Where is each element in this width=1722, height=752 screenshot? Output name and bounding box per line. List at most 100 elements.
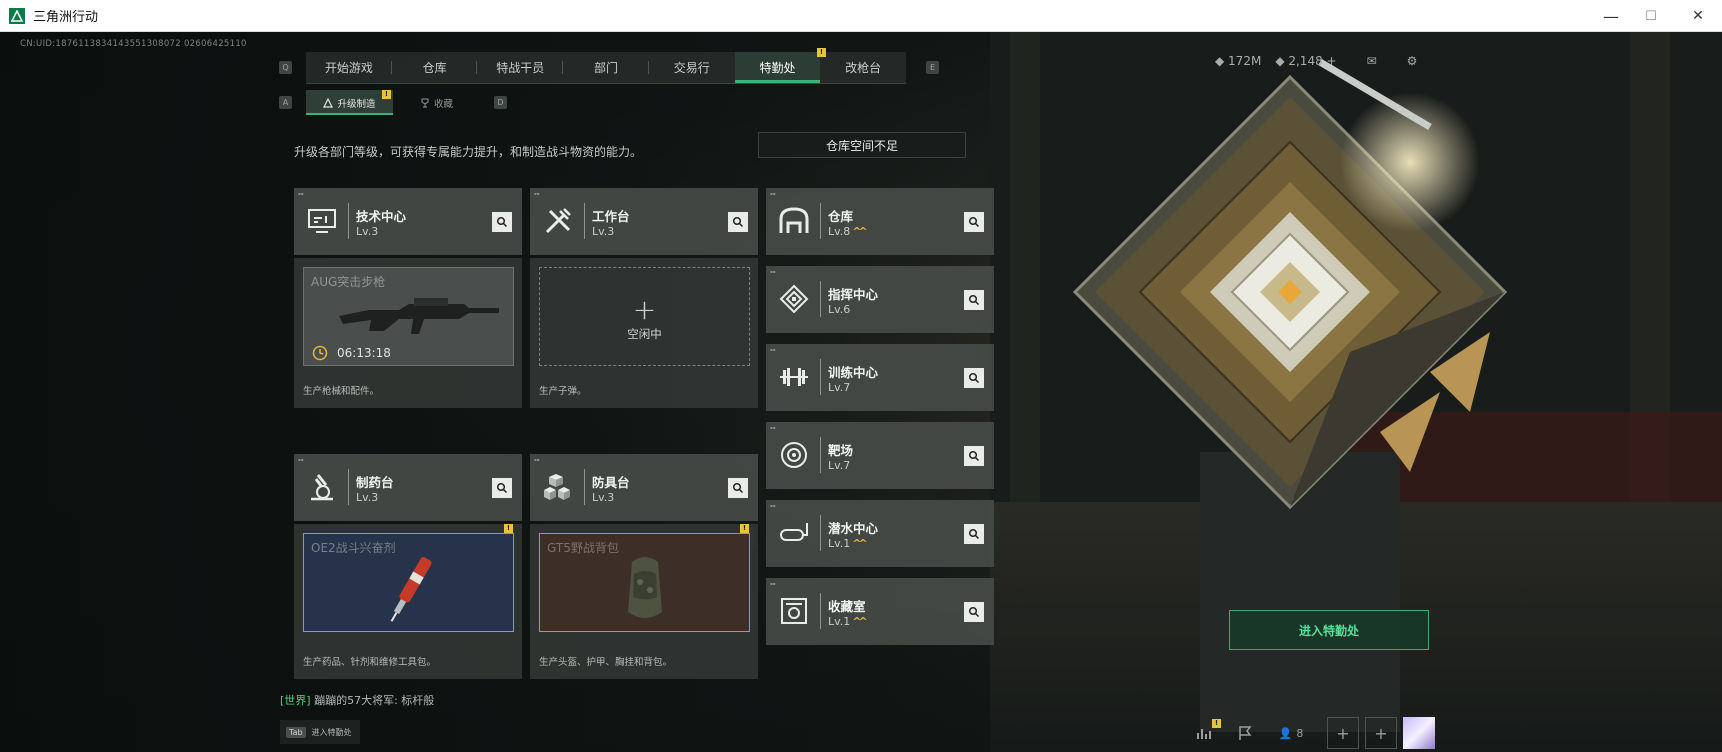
facility-armor-bench[interactable]: ▪▪ 防具台 Lv.3 [530,454,758,521]
rifle-image [339,298,499,334]
subtab-upgrade-craft-label: 升级制造 [337,98,376,110]
search-icon[interactable] [728,478,748,498]
backpack-image [628,557,662,618]
currency-1: ◆ 172M [1215,54,1262,68]
subtab-collection[interactable]: 收藏 [393,90,480,115]
settings-icon[interactable]: ⚙ [1407,54,1418,68]
add-currency-button[interactable]: + [1327,54,1337,68]
close-button[interactable]: ✕ [1675,0,1721,32]
search-icon[interactable] [492,478,512,498]
production-slot-empty[interactable]: + 空闲中 [539,267,750,366]
search-icon[interactable] [964,290,984,310]
card-divider [820,359,821,395]
facility-level: Lv.3 [356,491,379,504]
vault-icon [781,598,807,624]
maximize-button[interactable]: ☐ [1628,0,1674,32]
facility-warehouse[interactable]: ▪▪ 仓库 Lv.8 ^^ [766,188,994,255]
search-icon[interactable] [964,446,984,466]
item-name: GT5野战背包 [547,541,619,555]
search-icon[interactable] [964,368,984,388]
warehouse-full-warning: 仓库空间不足 [758,132,966,158]
player-uid: CN:UID:1876113834143551308072 0260642511… [20,39,247,49]
card-corner-mark: ▪▪ [298,457,304,462]
armor-production: GT5野战背包 ! 生产头盔、护甲、胸挂和背包。 [530,524,758,679]
pharmacy-production: OE2战斗兴奋剂 ! 生产药品、针剂和维修工具包。 [294,524,522,679]
subtab-upgrade-craft[interactable]: 升级制造 [306,90,393,115]
production-timer: 06:13:18 [337,346,391,360]
main-tabs: 开始游戏 仓库 特战干员 部门 交易行 特勤处 改枪台 [306,52,906,84]
level-text: Lv.8 [828,225,851,238]
tab-special-ops[interactable]: 特勤处 [734,52,821,83]
facility-training-center[interactable]: ▪▪ 训练中心 Lv.7 [766,344,994,411]
level-text: Lv.1 [828,537,851,550]
window-titlebar: 三角洲行动 — ☐ ✕ [0,0,1722,32]
facility-level: Lv.3 [356,225,379,238]
facility-level: Lv.3 [592,225,615,238]
timer-icon [312,345,328,361]
add-production-icon: + [632,293,657,326]
facility-name: 训练中心 [828,365,879,380]
currency-2-value: 2,148 [1288,54,1323,68]
trophy-icon [421,98,429,107]
facility-tech-center[interactable]: ▪▪ 技术中心 Lv.3 [294,188,522,255]
upgrade-available-icon: ^^ [852,615,868,628]
stats-alert-badge: ! [1212,718,1221,728]
world-chat-line[interactable]: [世界] 蹦蹦的57大将军: 标杆般 [280,692,434,708]
flag-icon[interactable] [1229,717,1261,749]
facility-level: Lv.7 [828,381,851,394]
card-divider [820,515,821,551]
friends-button[interactable]: 👤 8 [1261,717,1321,749]
chat-channel: [世界] [280,694,311,707]
craft-icon [323,97,334,108]
facility-name: 仓库 [828,209,854,224]
facility-shooting-range[interactable]: ▪▪ 靶场 Lv.7 [766,422,994,489]
production-slot-backpack[interactable]: GT5野战背包 [539,533,750,632]
app-logo-icon [9,7,25,24]
facility-level: Lv.7 [828,459,851,472]
upgrade-alert-badge: ! [382,90,391,99]
cubes-icon [544,474,570,500]
sub-tabs: 升级制造 收藏 [306,90,480,115]
command-emblem-icon [779,284,809,314]
tab-operators[interactable]: 特战干员 [477,52,563,83]
search-icon[interactable] [964,524,984,544]
tab-warehouse[interactable]: 仓库 [392,52,478,83]
workbench-production: + 空闲中 生产子弹。 [530,258,758,408]
tab-department[interactable]: 部门 [563,52,649,83]
card-corner-mark: ▪▪ [534,457,540,462]
facility-command-center[interactable]: ▪▪ 指挥中心 Lv.6 [766,266,994,333]
production-slot-stimulant[interactable]: OE2战斗兴奋剂 [303,533,514,632]
production-description: 生产枪械和配件。 [303,386,380,397]
invite-slot-1-button[interactable]: + [1327,717,1359,749]
facility-diving-center[interactable]: ▪▪ 潜水中心 Lv.1 ^^ [766,500,994,567]
search-icon[interactable] [492,212,512,232]
upgrade-available-icon: ^^ [852,225,868,238]
facility-level: Lv.8 ^^ [828,225,868,238]
level-text: Lv.1 [828,615,851,628]
facility-collection-room[interactable]: ▪▪ 收藏室 Lv.1 ^^ [766,578,994,645]
idle-status: 空闲中 [627,327,662,341]
search-icon[interactable] [964,602,984,622]
production-slot-gun[interactable]: AUG突击步枪 06:13:18 [303,267,514,366]
tab-trading[interactable]: 交易行 [649,52,735,83]
tab-shortcut-hint[interactable]: Tab 进入特勤处 [280,720,360,744]
tech-center-production: AUG突击步枪 06:13:18 生产枪械和配件。 [294,258,522,408]
friends-count: 8 [1296,726,1304,740]
enter-special-ops-button[interactable]: 进入特勤处 [1229,610,1429,650]
card-divider [584,203,585,239]
tab-start-game[interactable]: 开始游戏 [306,52,392,83]
search-icon[interactable] [728,212,748,232]
card-corner-mark: ▪▪ [770,347,776,352]
card-corner-mark: ▪▪ [770,269,776,274]
facility-level: Lv.1 ^^ [828,537,868,550]
facility-workbench[interactable]: ▪▪ 工作台 Lv.3 [530,188,758,255]
tab-gunsmith[interactable]: 改枪台 [820,52,906,83]
computer-icon [308,209,336,233]
production-description: 生产头盔、护甲、胸挂和背包。 [539,657,673,668]
invite-slot-2-button[interactable]: + [1365,717,1397,749]
mail-icon[interactable]: ✉ [1367,54,1377,68]
search-icon[interactable] [964,212,984,232]
player-avatar[interactable] [1403,717,1435,749]
armor-alert-badge: ! [740,524,749,533]
facility-pharmacy[interactable]: ▪▪ 制药台 Lv.3 [294,454,522,521]
